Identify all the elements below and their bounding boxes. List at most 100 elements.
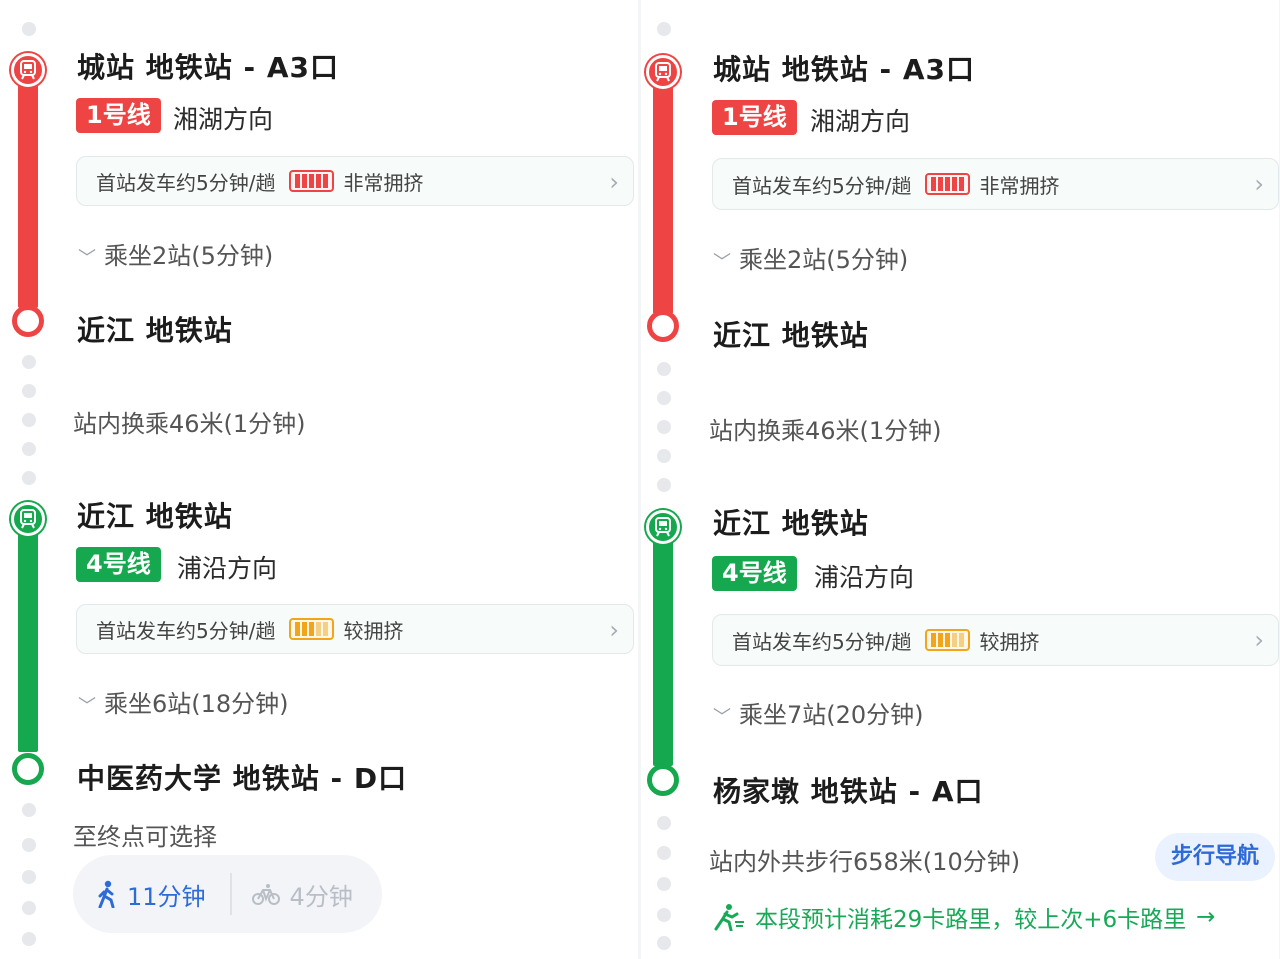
metro-icon [646,55,680,89]
route-dot [22,932,36,946]
route-dot [22,901,36,915]
route-dot [657,846,671,860]
end-station-name: 近江 地铁站 [713,319,869,352]
ride-stops-toggle[interactable]: ﹀ 乘坐7站(20分钟) [713,695,924,730]
line-badge: 4号线 [712,556,797,591]
walk-distance-text: 站内外共步行658米(10分钟) [709,848,1021,876]
chevron-down-icon: ﹀ [713,707,731,728]
crowd-status: 非常拥挤 [343,170,424,195]
line1-track [18,72,38,308]
crowd-status: 较拥挤 [343,618,404,643]
chevron-down-icon: ﹀ [713,252,731,273]
destination-station-name: 杨家墩 地铁站 - A口 [713,775,984,808]
start-station-name: 城站 地铁站 - A3口 [77,51,340,84]
departure-frequency: 首站发车约5分钟/趟 [732,629,912,654]
route-dot [657,362,671,376]
route-dot [657,877,671,891]
line1-track [653,74,673,314]
arrow-right-icon: → [1196,904,1216,930]
ride-stops-toggle[interactable]: ﹀ 乘坐2站(5分钟) [78,236,273,271]
route-dot [22,413,36,427]
line-direction: 湘湖方向 [173,105,274,134]
chevron-right-icon: › [609,616,619,644]
line4-end-node [12,753,44,785]
start-station-name: 城站 地铁站 - A3口 [713,53,976,86]
route-dot [22,838,36,852]
line-direction: 浦沿方向 [177,554,278,583]
route-dot [22,870,36,884]
walk-icon [98,880,115,908]
chevron-down-icon: ﹀ [78,248,96,269]
chevron-right-icon: › [1254,170,1264,198]
transfer-station-name: 近江 地铁站 [77,500,233,533]
route-panel-left: 城站 地铁站 - A3口 1号线 湘湖方向 首站发车约5分钟/趟 非常拥挤 › … [0,0,638,959]
departure-info-card[interactable]: 首站发车约5分钟/趟 非常拥挤 › [76,156,634,206]
calorie-text: 本段预计消耗29卡路里，较上次+6卡路里 [755,907,1187,933]
departure-frequency: 首站发车约5分钟/趟 [96,618,276,643]
destination-note: 至终点可选择 [73,823,217,851]
ride-stops-text: 乘坐2站(5分钟) [739,246,909,274]
line-direction: 浦沿方向 [814,563,915,592]
walk-navigation-button[interactable]: 步行导航 [1155,833,1276,881]
metro-icon [646,510,680,544]
chevron-right-icon: › [609,168,619,196]
walk-time: 11分钟 [127,882,206,911]
line4-track [18,520,38,752]
destination-station-name: 中医药大学 地铁站 - D口 [77,762,408,795]
metro-icon [11,53,45,87]
bike-icon [251,884,280,905]
chevron-down-icon: ﹀ [78,696,96,717]
last-mile-options: 11分钟 4分钟 [73,855,382,933]
ride-stops-text: 乘坐6站(18分钟) [104,690,289,718]
route-dot [657,391,671,405]
departure-frequency: 首站发车约5分钟/趟 [732,173,912,198]
metro-icon [11,502,45,536]
ride-stops-toggle[interactable]: ﹀ 乘坐6站(18分钟) [78,684,289,719]
ride-stops-text: 乘坐7站(20分钟) [739,701,924,729]
route-dot [22,22,36,36]
route-dot [22,355,36,369]
crowd-status: 非常拥挤 [979,173,1060,198]
departure-info-card[interactable]: 首站发车约5分钟/趟 非常拥挤 › [712,158,1279,210]
departure-info-card[interactable]: 首站发车约5分钟/趟 较拥挤 › [76,604,634,654]
route-dot [22,803,36,817]
crowd-status: 较拥挤 [979,629,1040,654]
route-dot [657,449,671,463]
route-dot [22,442,36,456]
ride-stops-text: 乘坐2站(5分钟) [104,242,274,270]
route-dot [657,420,671,434]
crowd-icon [289,170,335,192]
walk-option[interactable]: 11分钟 [97,877,206,912]
crowd-icon [289,618,335,640]
line-badge: 1号线 [712,100,797,135]
crowd-icon [925,173,971,195]
calorie-note[interactable]: 本段预计消耗29卡路里，较上次+6卡路里 → [709,900,1215,934]
option-divider [229,873,232,915]
route-dot [657,936,671,950]
bike-time: 4分钟 [289,882,353,911]
transfer-station-name: 近江 地铁站 [713,507,869,540]
running-icon [714,904,744,931]
route-panel-right: 城站 地铁站 - A3口 1号线 湘湖方向 首站发车约5分钟/趟 非常拥挤 › … [641,0,1279,959]
route-dot [22,471,36,485]
route-dot [657,22,671,36]
crowd-icon [925,629,971,651]
departure-frequency: 首站发车约5分钟/趟 [96,170,276,195]
route-dot [657,908,671,922]
transfer-text: 站内换乘46米(1分钟) [709,417,942,445]
line1-end-node [647,310,679,342]
route-dot [22,384,36,398]
line4-end-node [647,764,679,796]
line-badge: 1号线 [76,98,161,133]
end-station-name: 近江 地铁站 [77,314,233,347]
chevron-right-icon: › [1254,626,1264,654]
bike-option[interactable]: 4分钟 [251,877,353,912]
transfer-text: 站内换乘46米(1分钟) [73,410,306,438]
line4-track [653,528,673,766]
ride-stops-toggle[interactable]: ﹀ 乘坐2站(5分钟) [713,240,908,275]
route-dot [657,816,671,830]
line1-end-node [12,305,44,337]
route-dot [657,478,671,492]
departure-info-card[interactable]: 首站发车约5分钟/趟 较拥挤 › [712,614,1279,666]
line-badge: 4号线 [76,547,161,582]
